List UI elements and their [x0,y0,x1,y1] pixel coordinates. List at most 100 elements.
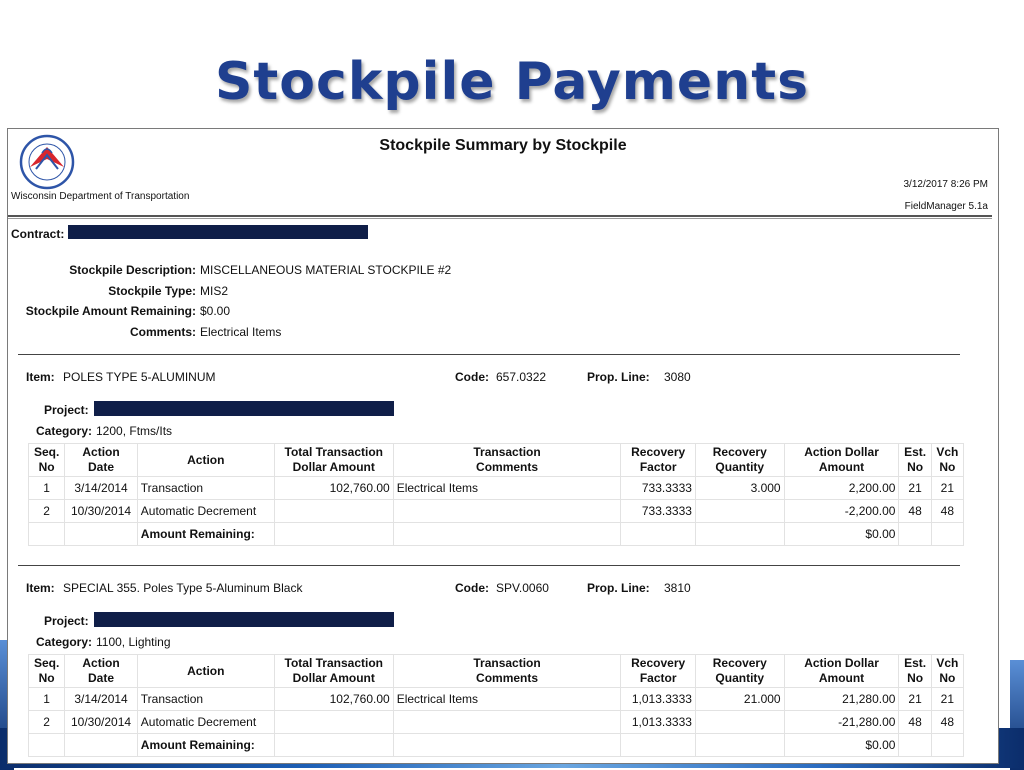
item-code: 657.0322 [496,370,547,384]
cell-date: 10/30/2014 [64,710,138,734]
cell-vch: 21 [930,687,965,711]
cell-comments [392,499,622,523]
col-est: Est. No [898,654,932,688]
cell-action: Transaction [136,476,275,500]
item-label: Item: [26,581,55,595]
cell-quantity [694,710,785,734]
item-name: POLES TYPE 5-ALUMINUM [63,370,216,384]
cell-date: 3/14/2014 [64,476,138,500]
cell-total [273,499,394,523]
cell-est: 21 [898,687,932,711]
cell-action: Automatic Decrement [136,499,275,523]
report-title: Stockpile Summary by Stockpile [379,137,627,154]
cell-comments [392,710,622,734]
project-redaction [94,401,394,416]
table-header-row: Seq. No Action Date Action Total Transacti… [27,654,965,688]
col-action-date: Action Date [64,443,138,477]
col-seq: Seq. No [27,654,66,688]
col-vch: Vch No [930,443,965,477]
col-quantity: Recovery Quantity [694,654,785,688]
table-row: 1 3/14/2014 Transaction 102,760.00 Elect… [27,687,965,711]
section-divider [18,565,960,566]
cell-factor: 733.3333 [620,476,696,500]
stockpile-report: Stockpile Summary by Stockpile Wisconsin… [7,128,999,764]
amount-remaining-value: $0.00 [783,522,900,546]
col-seq: Seq. No [27,443,66,477]
cell-vch: 48 [930,710,965,734]
cell-quantity: 21.000 [694,687,785,711]
section-divider [18,354,960,355]
prop-line-label: Prop. Line: [587,370,650,384]
cell-total: 102,760.00 [273,687,394,711]
project-label: Project: [44,403,89,417]
wisdot-logo-icon [12,133,82,191]
code-label: Code: [455,581,489,595]
col-quantity: Recovery Quantity [694,443,785,477]
col-action-date: Action Date [64,654,138,688]
stockpile-description: MISCELLANEOUS MATERIAL STOCKPILE #2 [200,263,452,277]
cell-seq: 1 [27,476,66,500]
table-header-row: Seq. No Action Date Action Total Transacti… [27,443,965,477]
cell-seq: 1 [27,687,66,711]
cell-action: Automatic Decrement [136,710,275,734]
stockpile-type: MIS2 [200,284,229,298]
cell-date: 10/30/2014 [64,499,138,523]
item-code: SPV.0060 [496,581,549,595]
cell-quantity: 3.000 [694,476,785,500]
category-label: Category: [36,424,93,438]
col-action: Action [136,443,275,477]
cell-amount: 21,280.00 [783,687,900,711]
col-total: Total Transaction Dollar Amount [273,443,394,477]
cell-amount: -21,280.00 [783,710,900,734]
col-amount: Action Dollar Amount [783,654,900,688]
table-row: 2 10/30/2014 Automatic Decrement 1,013.3… [27,710,965,734]
cell-total [273,710,394,734]
header-rule [8,215,992,219]
col-comments: Transaction Comments [392,443,622,477]
contract-label: Contract: [11,227,65,241]
organization-name: Wisconsin Department of Transportation [11,191,190,202]
report-datetime: 3/12/2017 8:26 PM [903,179,988,190]
cell-factor: 733.3333 [620,499,696,523]
code-label: Code: [455,370,489,384]
cell-comments: Electrical Items [392,687,622,711]
slide-title: Stockpile Payments [214,52,810,112]
cell-amount: -2,200.00 [783,499,900,523]
amount-remaining-label: Amount Remaining: [136,522,275,546]
cell-quantity [694,499,785,523]
prop-line: 3080 [664,370,691,384]
category-value: 1100, Lighting [96,635,171,649]
app-version: FieldManager 5.1a [904,201,988,212]
project-redaction [94,612,394,627]
stockpile-comments-label: Comments: [129,325,196,339]
transactions-table: Seq. No Action Date Action Total Transacti… [27,654,965,757]
amount-remaining-value: $0.00 [783,733,900,757]
item-name: SPECIAL 355. Poles Type 5-Aluminum Black [63,581,303,595]
cell-comments: Electrical Items [392,476,622,500]
cell-est: 48 [898,499,932,523]
col-amount: Action Dollar Amount [783,443,900,477]
stockpile-amount-remaining-label: Stockpile Amount Remaining: [25,304,196,318]
cell-total: 102,760.00 [273,476,394,500]
amount-remaining-row: Amount Remaining: $0.00 [27,522,965,546]
cell-action: Transaction [136,687,275,711]
project-label: Project: [44,614,89,628]
cell-date: 3/14/2014 [64,687,138,711]
col-factor: Recovery Factor [620,443,696,477]
stockpile-description-label: Stockpile Description: [69,263,196,277]
cell-seq: 2 [27,499,66,523]
col-comments: Transaction Comments [392,654,622,688]
col-est: Est. No [898,443,932,477]
item-label: Item: [26,370,55,384]
col-total: Total Transaction Dollar Amount [273,654,394,688]
prop-line-label: Prop. Line: [587,581,650,595]
category-value: 1200, Ftms/Its [96,424,173,438]
transactions-table: Seq. No Action Date Action Total Transacti… [27,443,965,546]
col-vch: Vch No [930,654,965,688]
amount-remaining-label: Amount Remaining: [136,733,275,757]
amount-remaining-row: Amount Remaining: $0.00 [27,733,965,757]
stockpile-amount-remaining: $0.00 [200,304,231,318]
col-action: Action [136,654,275,688]
cell-amount: 2,200.00 [783,476,900,500]
stockpile-type-label: Stockpile Type: [108,284,196,298]
